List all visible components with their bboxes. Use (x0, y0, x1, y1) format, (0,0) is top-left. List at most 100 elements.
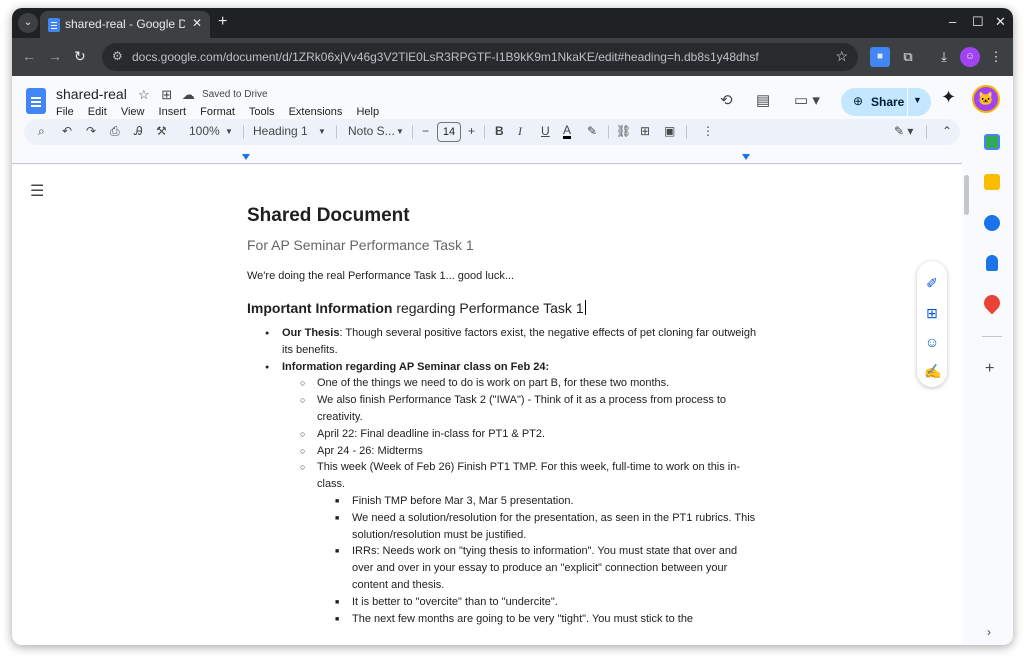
search-menus-icon[interactable]: ⌕ (38, 124, 45, 139)
tab-search-button[interactable]: ⌄ (18, 13, 38, 33)
tasks-icon[interactable] (984, 215, 1000, 231)
doc-title[interactable]: Shared Document (247, 205, 757, 227)
collapse-panel-chevron-icon[interactable]: › (987, 625, 991, 639)
reload-icon[interactable]: ↻ (74, 48, 86, 65)
calendar-icon[interactable] (984, 134, 1000, 150)
separator (926, 125, 927, 139)
font-size-input[interactable]: 14 (437, 122, 461, 142)
download-icon[interactable]: ⤓ (934, 47, 954, 67)
list-item[interactable]: Our Thesis: Though several positive fact… (247, 325, 757, 359)
add-comment-icon[interactable]: ⊞ (924, 305, 940, 321)
version-history-icon[interactable]: ⟲ (720, 91, 733, 109)
menu-help[interactable]: Help (356, 106, 379, 118)
list-item[interactable]: It is better to "overcite" than to "unde… (247, 594, 757, 612)
list-item[interactable]: Apr 24 - 26: Midterms (247, 443, 757, 460)
zoom-dropdown-icon[interactable]: ▼ (225, 127, 233, 136)
increase-font-size-icon[interactable]: + (468, 124, 475, 138)
list-item[interactable]: We also finish Performance Task 2 ("IWA"… (247, 392, 757, 426)
profile-icon[interactable]: ☺ (960, 47, 980, 67)
doc-subtitle[interactable]: For AP Seminar Performance Task 1 (247, 237, 757, 253)
get-addons-plus-icon[interactable]: + (985, 360, 994, 378)
spellcheck-icon[interactable]: Ꭿ (134, 124, 143, 139)
menu-file[interactable]: File (56, 106, 74, 118)
paint-format-icon[interactable]: ⚒ (156, 124, 167, 138)
underline-button[interactable]: U (541, 124, 550, 138)
insert-image-icon[interactable]: ▣ (664, 124, 675, 138)
menu-extensions[interactable]: Extensions (289, 106, 343, 118)
maps-icon[interactable] (980, 291, 1004, 315)
bold-button[interactable]: B (495, 124, 504, 138)
doc-heading-1[interactable]: Important Information regarding Performa… (247, 300, 757, 316)
extension-icon[interactable]: ■ (870, 47, 890, 67)
document-title[interactable]: shared-real (56, 86, 127, 102)
italic-button[interactable]: I (518, 124, 522, 139)
maximize-button[interactable]: ☐ (972, 14, 984, 30)
ai-edit-icon[interactable]: ✐ (924, 275, 940, 291)
menu-format[interactable]: Format (200, 106, 235, 118)
docs-logo-icon[interactable] (26, 88, 46, 114)
menu-tools[interactable]: Tools (249, 106, 275, 118)
star-icon[interactable]: ☆ (138, 87, 150, 102)
meet-video-icon[interactable]: ▭ ▾ (794, 91, 820, 109)
comments-icon[interactable]: ▤ (756, 91, 770, 109)
style-dropdown-icon[interactable]: ▼ (318, 127, 326, 136)
add-comment-icon[interactable]: ⊞ (640, 124, 650, 138)
more-options-icon[interactable]: ⋮ (702, 124, 714, 138)
doc-intro[interactable]: We're doing the real Performance Task 1.… (247, 270, 757, 282)
address-bar[interactable]: ⚙ docs.google.com/document/d/1ZRk06xjVv4… (102, 43, 858, 71)
highlight-color-icon[interactable]: ✎ (587, 124, 597, 138)
heading-rest: regarding Performance Task 1 (392, 300, 584, 316)
site-info-icon[interactable]: ⚙ (112, 49, 123, 63)
account-avatar[interactable]: 🐱 (972, 85, 1000, 113)
editing-mode-icon[interactable]: ✎ ▾ (894, 124, 913, 138)
list-item[interactable]: The next few months are going to be very… (247, 611, 757, 629)
document-outline-icon[interactable]: ☰ (30, 181, 44, 201)
list-item[interactable]: IRRs: Needs work on "tying thesis to inf… (247, 543, 757, 593)
list-item[interactable]: Finish TMP before Mar 3, Mar 5 presentat… (247, 493, 757, 511)
url-text[interactable]: docs.google.com/document/d/1ZRk06xjVv46g… (132, 50, 759, 64)
emoji-reaction-icon[interactable]: ☺ (924, 334, 940, 350)
chrome-menu-icon[interactable]: ⋮ (986, 47, 1006, 67)
tab-close-icon[interactable]: ✕ (192, 16, 202, 30)
font-dropdown-icon[interactable]: ▼ (396, 127, 404, 136)
menu-edit[interactable]: Edit (88, 106, 107, 118)
vertical-scrollbar[interactable] (964, 175, 969, 215)
font-select[interactable]: Noto S... (348, 124, 395, 138)
move-folder-icon[interactable]: ⊞ (161, 87, 172, 102)
active-tab[interactable]: shared-real - Google Docs ✕ (40, 11, 210, 38)
list-item-text: Apr 24 - 26: Midterms (317, 444, 423, 457)
gemini-sparkle-icon[interactable]: ✦ (941, 87, 956, 108)
bookmark-star-icon[interactable]: ☆ (835, 48, 848, 65)
extensions-puzzle-icon[interactable]: ⧉ (898, 47, 918, 67)
print-icon[interactable]: ⎙ (110, 124, 120, 139)
keep-icon[interactable] (984, 174, 1000, 190)
share-dropdown-icon[interactable]: ▼ (913, 95, 922, 105)
style-select[interactable]: Heading 1 (253, 124, 308, 138)
list-item[interactable]: One of the things we need to do is work … (247, 375, 757, 392)
list-item[interactable]: This week (Week of Feb 26) Finish PT1 TM… (247, 459, 757, 493)
insert-link-icon[interactable]: ⛓ (616, 124, 631, 138)
hide-menus-chevron-icon[interactable]: ⌃ (942, 124, 952, 138)
text-color-button[interactable]: A (563, 124, 572, 139)
list-item[interactable]: We need a solution/resolution for the pr… (247, 510, 757, 544)
suggest-edits-icon[interactable]: ✍ (924, 363, 941, 379)
menu-view[interactable]: View (121, 106, 145, 118)
right-indent-marker[interactable] (742, 154, 750, 160)
list-item[interactable]: April 22: Final deadline in-class for PT… (247, 426, 757, 443)
contacts-icon[interactable] (986, 255, 998, 271)
share-button[interactable]: ⊕ Share ▼ (841, 88, 931, 116)
left-indent-marker[interactable] (242, 154, 250, 160)
document-page[interactable]: Shared Document For AP Seminar Performan… (247, 205, 757, 629)
close-window-button[interactable]: ✕ (995, 14, 1006, 30)
minimize-button[interactable]: – (949, 14, 956, 29)
back-icon[interactable]: ← (22, 48, 36, 64)
new-tab-button[interactable]: + (218, 13, 227, 31)
forward-icon[interactable]: → (48, 48, 62, 64)
zoom-select[interactable]: 100% (189, 124, 220, 138)
undo-icon[interactable]: ↶ (62, 124, 72, 138)
list-item[interactable]: Information regarding AP Seminar class o… (247, 359, 757, 377)
redo-icon[interactable]: ↷ (86, 124, 96, 138)
decrease-font-size-icon[interactable]: − (422, 124, 429, 138)
list-item-bold: Information regarding AP Seminar class o… (282, 360, 550, 373)
menu-insert[interactable]: Insert (159, 106, 187, 118)
